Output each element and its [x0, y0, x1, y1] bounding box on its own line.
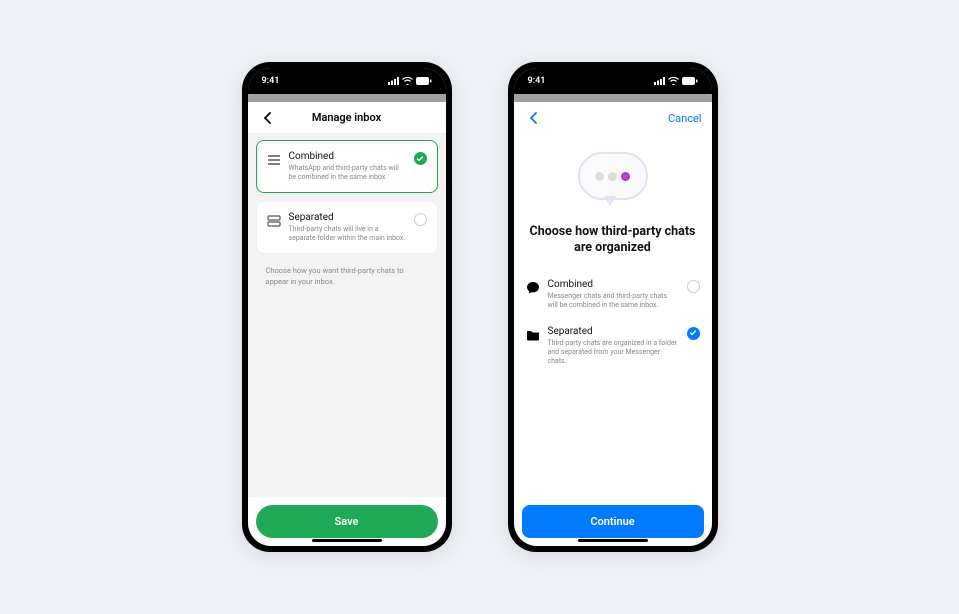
dot-icon: [595, 172, 604, 181]
grey-divider: [514, 94, 712, 102]
status-time: 9:41: [528, 76, 546, 86]
signal-icon: [388, 77, 399, 85]
option-desc: Messenger chats and third-party chats wi…: [548, 292, 679, 310]
folder-icon: [526, 327, 540, 341]
status-time: 9:41: [262, 76, 280, 86]
dot-icon: [608, 172, 617, 181]
home-indicator[interactable]: [312, 539, 382, 542]
back-button[interactable]: [524, 108, 544, 128]
option-separated[interactable]: Separated Third-party chats are organize…: [522, 318, 704, 374]
option-desc: Third-party chats will live in a separat…: [289, 225, 406, 243]
back-button[interactable]: [258, 108, 278, 128]
option-desc: Third-party chats are organized in a fol…: [548, 339, 679, 366]
nav-bar: Cancel: [514, 102, 712, 134]
option-combined[interactable]: Combined Messenger chats and third-party…: [522, 271, 704, 318]
home-indicator[interactable]: [578, 539, 648, 542]
helper-text: Choose how you want third-party chats to…: [256, 262, 438, 291]
battery-icon: [416, 77, 432, 85]
radio-empty-icon: [687, 280, 700, 293]
option-desc: WhatsApp and third-party chats will be c…: [289, 164, 406, 182]
grey-divider: [248, 94, 446, 102]
signal-icon: [654, 77, 665, 85]
option-combined[interactable]: Combined WhatsApp and third-party chats …: [256, 140, 438, 193]
status-bar: 9:41: [514, 68, 712, 94]
content-area: Choose how third-party chats are organiz…: [514, 134, 712, 497]
hero-title: Choose how third-party chats are organiz…: [522, 224, 704, 257]
combined-icon: [267, 152, 281, 166]
continue-button[interactable]: Continue: [522, 505, 704, 538]
phone-left: 9:41 Manage inbox: [242, 62, 452, 552]
separated-icon: [267, 213, 281, 227]
option-title: Combined: [289, 151, 406, 162]
save-button[interactable]: Save: [256, 505, 438, 538]
battery-icon: [682, 77, 698, 85]
option-separated[interactable]: Separated Third-party chats will live in…: [256, 201, 438, 254]
option-title: Combined: [548, 279, 679, 290]
chat-filled-icon: [526, 280, 540, 294]
cancel-button[interactable]: Cancel: [668, 112, 701, 125]
checkmark-icon: [414, 152, 427, 165]
radio-empty-icon: [414, 213, 427, 226]
content-area: Combined WhatsApp and third-party chats …: [248, 134, 446, 497]
wifi-icon: [668, 77, 679, 85]
chat-bubble-graphic: [578, 152, 648, 212]
status-bar: 9:41: [248, 68, 446, 94]
wifi-icon: [402, 77, 413, 85]
hero-section: Choose how third-party chats are organiz…: [522, 140, 704, 271]
option-title: Separated: [548, 326, 679, 337]
phone-right: 9:41 Cancel: [508, 62, 718, 552]
option-title: Separated: [289, 212, 406, 223]
nav-bar: Manage inbox: [248, 102, 446, 134]
dot-icon: [621, 172, 630, 181]
checkmark-icon: [687, 327, 700, 340]
